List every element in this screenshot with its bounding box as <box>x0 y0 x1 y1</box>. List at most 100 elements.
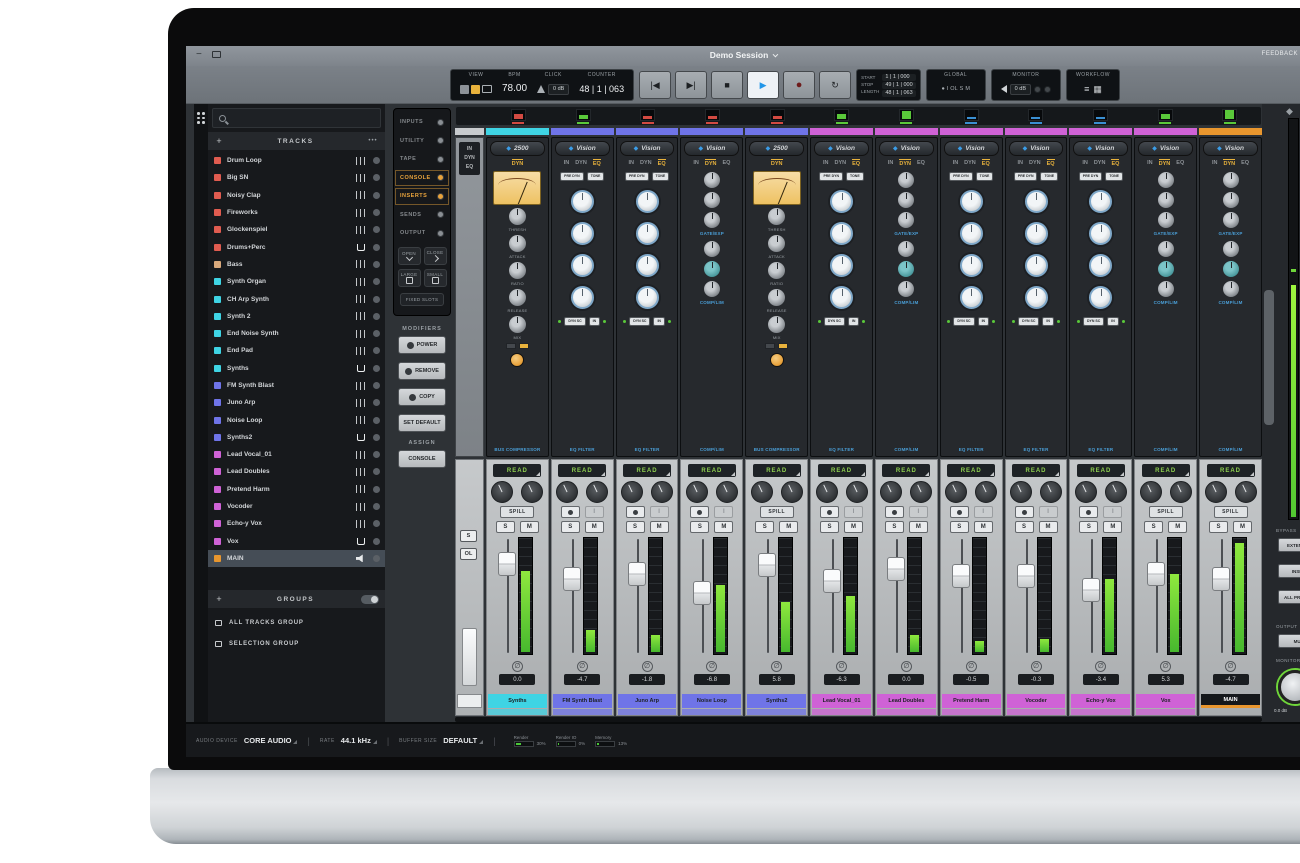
mode-in-button[interactable]: IN <box>629 160 635 166</box>
solo-button[interactable]: S <box>949 521 969 533</box>
mode-in-button[interactable]: IN <box>1147 160 1153 166</box>
track-state-dot[interactable] <box>373 364 380 372</box>
pan-knob[interactable] <box>1204 481 1227 503</box>
track-row-drums-perc[interactable]: Drums+Perc <box>208 238 385 255</box>
automation-read-button[interactable]: READ <box>882 464 931 477</box>
eq-dyn-sc-button[interactable]: DYN SC <box>564 317 586 326</box>
mode-dyn-button[interactable]: DYN <box>899 159 911 167</box>
input-monitor-button[interactable]: I <box>973 506 993 518</box>
fader-track[interactable] <box>1017 537 1036 655</box>
modifier-set-default-button[interactable]: SET DEFAULT <box>398 414 446 432</box>
record-arm-button[interactable] <box>690 506 710 518</box>
fader-track[interactable] <box>887 537 906 655</box>
add-track-button[interactable]: + <box>208 136 230 146</box>
fader-handle[interactable] <box>952 563 971 588</box>
fader-track[interactable] <box>1146 537 1165 655</box>
comp-knob-3[interactable] <box>1156 280 1175 298</box>
plugin-header[interactable]: ◆ Vision <box>878 141 934 156</box>
mix-knob[interactable] <box>507 315 527 334</box>
gate-knob-3[interactable] <box>702 211 721 229</box>
eq-band-1-knob[interactable] <box>1024 190 1048 213</box>
phase-button[interactable]: ∅ <box>1160 661 1172 672</box>
large-button[interactable]: LARGE <box>397 268 421 287</box>
mode-eq-button[interactable]: EQ <box>1046 159 1055 167</box>
comp-in-button[interactable] <box>510 353 525 367</box>
comp-knob-2[interactable] <box>702 260 721 278</box>
eq-tone-button[interactable]: TONE <box>975 172 994 181</box>
locator-value[interactable]: 49 | 1 | 000 <box>882 81 916 89</box>
mute-button[interactable]: M <box>584 521 604 533</box>
modifier-power-button[interactable]: POWER <box>398 336 446 354</box>
mute-button[interactable]: M <box>973 521 993 533</box>
track-row-echo-y-vox[interactable]: Echo-y Vox <box>208 515 385 532</box>
pan-knob[interactable] <box>750 481 773 503</box>
track-state-dot[interactable] <box>373 260 380 268</box>
mode-in-button[interactable]: IN <box>1212 160 1218 166</box>
phase-button[interactable]: ∅ <box>900 661 912 672</box>
fader-handle[interactable] <box>498 551 517 576</box>
eq-band-2-knob[interactable] <box>830 222 854 245</box>
eq-band-1-knob[interactable] <box>635 190 659 213</box>
automation-read-button[interactable]: READ <box>817 464 866 477</box>
workflow-icon[interactable]: ▦ <box>1093 84 1102 95</box>
track-state-dot[interactable] <box>373 399 380 407</box>
input-monitor-button[interactable]: I <box>649 506 669 518</box>
send-knob[interactable] <box>1169 481 1192 503</box>
mute-button[interactable]: M <box>1168 521 1188 533</box>
track-row-end-noise-synth[interactable]: End Noise Synth <box>208 325 385 342</box>
channel-name-label[interactable]: Noise Loop <box>682 694 742 708</box>
small-button[interactable]: SMALL <box>423 268 447 287</box>
channel-name-label[interactable]: Lead Doubles <box>876 694 936 708</box>
solo-button[interactable]: S <box>820 521 840 533</box>
comp-knob-3[interactable] <box>1221 280 1240 298</box>
buffer-value[interactable]: DEFAULT <box>443 736 484 745</box>
view-mode-grid-button[interactable] <box>460 84 469 94</box>
mute-button[interactable]: M <box>1103 521 1123 533</box>
gate-knob-2[interactable] <box>1221 191 1240 209</box>
mute-button[interactable]: M <box>844 521 864 533</box>
track-state-dot[interactable] <box>373 451 380 459</box>
plugin-header[interactable]: ◆ Vision <box>554 141 610 156</box>
pan-knob[interactable] <box>1139 481 1162 503</box>
mode-dyn-button[interactable]: DYN <box>770 159 783 167</box>
track-row-lead-doubles[interactable]: Lead Doubles <box>208 463 385 480</box>
fader-handle[interactable] <box>1146 562 1165 587</box>
automation-read-button[interactable]: READ <box>1141 464 1190 477</box>
modifier-remove-button[interactable]: REMOVE <box>398 362 446 380</box>
track-row-noisy-clap[interactable]: Noisy Clap <box>208 187 385 204</box>
release-knob[interactable] <box>767 288 787 307</box>
fader-track[interactable] <box>498 537 517 655</box>
solo-button[interactable]: S <box>690 521 710 533</box>
channel-name-label[interactable]: FM Synth Blast <box>552 694 612 708</box>
global-item[interactable]: M <box>965 86 970 92</box>
track-row-glockenspiel[interactable]: Glockenspiel <box>208 221 385 238</box>
eq-pre-dyn-button[interactable]: PRE DYN <box>560 172 584 181</box>
channel-name-label[interactable]: Vocoder <box>1006 694 1066 708</box>
eq-band-4-knob[interactable] <box>570 286 594 309</box>
record-arm-button[interactable] <box>1079 506 1099 518</box>
track-state-dot[interactable] <box>373 485 380 493</box>
input-monitor-button[interactable]: I <box>1103 506 1123 518</box>
release-knob[interactable] <box>507 288 527 307</box>
eq-dyn-sc-button[interactable]: DYN SC <box>1018 317 1040 326</box>
track-state-dot[interactable] <box>373 416 380 424</box>
plugin-header[interactable]: ◆ 2500 <box>749 141 805 156</box>
fader-handle[interactable] <box>628 562 647 587</box>
eq-band-4-knob[interactable] <box>830 286 854 309</box>
tracks-more-button[interactable]: ••• <box>361 138 385 144</box>
transport-go-to-end-button[interactable]: ▶| <box>675 71 708 99</box>
input-monitor-button[interactable]: I <box>714 506 734 518</box>
fader-handle[interactable] <box>563 567 582 592</box>
mute-button[interactable]: M <box>908 521 928 533</box>
phase-button[interactable]: ∅ <box>1095 661 1107 672</box>
plugin-header[interactable]: ◆ Vision <box>1203 141 1258 156</box>
track-row-big-sn[interactable]: Big SN <box>208 169 385 186</box>
fader-track[interactable] <box>822 537 841 655</box>
send-knob[interactable] <box>1040 481 1063 503</box>
mode-dyn-button[interactable]: DYN <box>640 160 652 166</box>
session-selector[interactable]: Demo Session <box>186 50 1300 60</box>
mode-eq-button[interactable]: EQ <box>981 159 990 167</box>
send-knob[interactable] <box>1104 481 1127 503</box>
view-mode-mixer-button[interactable] <box>471 84 480 94</box>
monitor-level-display[interactable]: 0 dB <box>1009 83 1031 95</box>
